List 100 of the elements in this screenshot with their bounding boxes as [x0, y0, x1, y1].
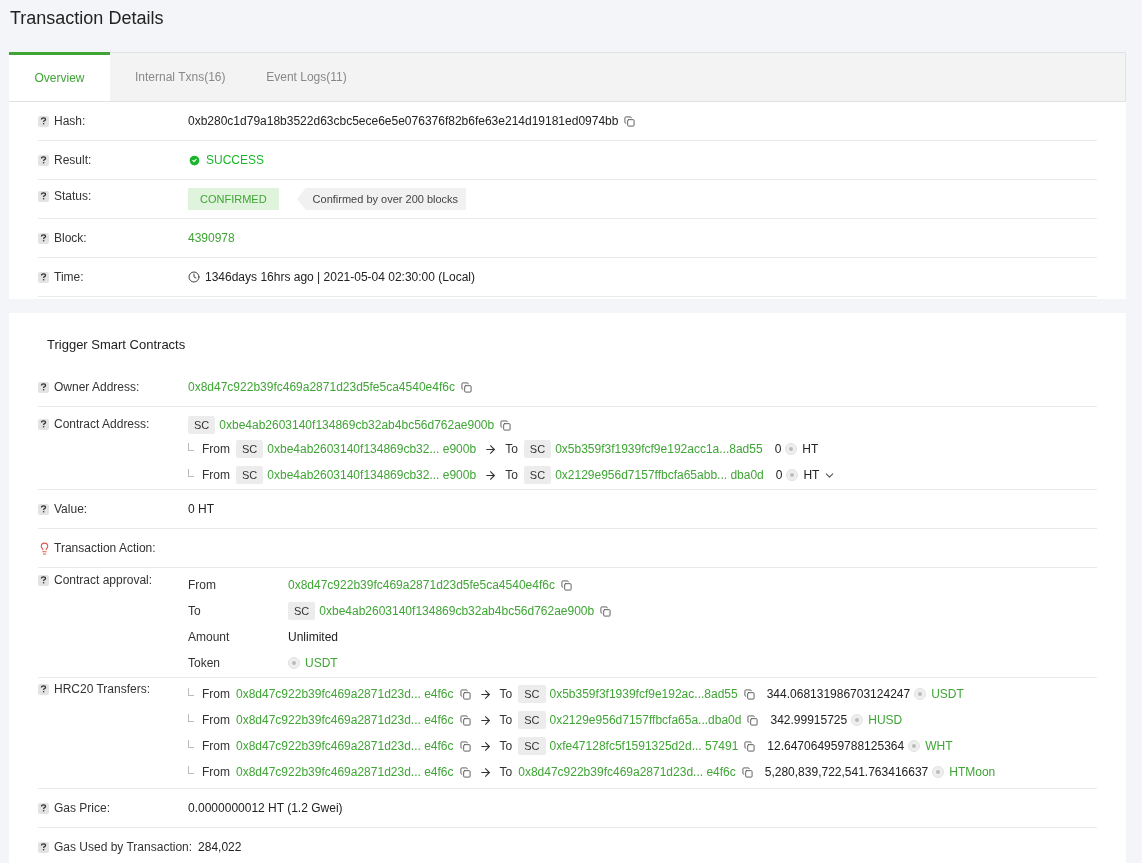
tab[interactable]: Internal Txns(16)	[110, 53, 241, 101]
field-label: Time:	[54, 269, 84, 285]
lightbulb-icon	[38, 541, 51, 555]
arrow-icon	[478, 765, 492, 779]
help-icon	[38, 418, 49, 430]
check-icon	[188, 153, 201, 167]
to-label: To	[499, 686, 513, 702]
token-link[interactable]: HTMoon	[949, 764, 996, 780]
copy-icon[interactable]	[747, 714, 759, 726]
field-value: 0.0000000012 HT (1.2 Gwei)	[188, 801, 343, 815]
branch-icon	[188, 688, 194, 696]
to-label: To	[505, 467, 518, 483]
address-link[interactable]: 0x8d47c922b39fc469a2871d23d... e4f6c	[236, 712, 454, 728]
to-label: To	[505, 441, 518, 457]
field-label: Status:	[54, 188, 92, 204]
token-link[interactable]: HUSD	[868, 712, 903, 728]
token-icon	[785, 443, 798, 455]
contract-tag: SC	[288, 602, 316, 620]
block-link[interactable]: 4390978	[188, 231, 235, 245]
result-status: SUCCESS	[206, 152, 264, 168]
from-label: From	[202, 467, 230, 483]
address-link[interactable]: 0xbe4ab2603140f134869cb32ab4bc56d762ae900b	[219, 417, 495, 433]
copy-icon[interactable]	[459, 714, 471, 726]
from-label: From	[202, 764, 230, 780]
field-label: HRC20 Transfers:	[54, 681, 151, 697]
token-icon	[851, 714, 864, 726]
copy-icon[interactable]	[743, 688, 755, 700]
time-value: 1346days 16hrs ago | 2021-05-04 02:30:00 (Local)	[205, 269, 475, 285]
amount-value: 344.068131986703124247	[766, 686, 911, 702]
amount-value: 0	[774, 441, 782, 457]
amount-value: Unlimited	[288, 629, 338, 645]
to-label: To	[499, 738, 513, 754]
copy-icon[interactable]	[744, 740, 756, 752]
arrow-icon	[478, 713, 492, 727]
copy-icon[interactable]	[459, 766, 471, 778]
address-link[interactable]: 0xbe4ab2603140f134869cb32... e900b	[267, 441, 477, 457]
address-link[interactable]: 0x5b359f3f1939fcf9e192ac...8ad55	[549, 686, 738, 702]
address-link[interactable]: 0x8d47c922b39fc469a2871d23d... e4f6c	[236, 738, 454, 754]
from-label: From	[202, 686, 230, 702]
branch-icon	[188, 766, 194, 774]
help-icon	[38, 115, 49, 127]
help-icon	[38, 381, 49, 393]
field-label: Contract approval:	[54, 572, 153, 588]
help-icon	[38, 271, 49, 283]
address-link[interactable]: 0x2129e956d7157ffbcfa65a...dba0d	[549, 712, 742, 728]
address-link[interactable]: 0x2129e956d7157ffbcfa65abb... dba0d	[555, 467, 764, 483]
contract-tag: SC	[518, 711, 546, 729]
branch-icon	[188, 469, 194, 477]
copy-icon[interactable]	[500, 419, 512, 431]
token-icon	[786, 469, 799, 481]
contract-tag: SC	[523, 466, 552, 484]
token-name: HT	[803, 467, 820, 483]
help-icon	[38, 683, 49, 695]
token-link[interactable]: WHT	[925, 738, 953, 754]
tab[interactable]: Overview	[9, 52, 110, 101]
copy-icon[interactable]	[741, 766, 753, 778]
address-link[interactable]: 0x8d47c922b39fc469a2871d23d5fe5ca4540e4f6c	[288, 577, 555, 593]
address-link[interactable]: 0xfe47128fc5f1591325d2d... 57491	[549, 738, 739, 754]
branch-icon	[188, 443, 194, 451]
copy-icon[interactable]	[459, 688, 471, 700]
address-link[interactable]: 0x5b359f3f1939fcf9e192acc1a...8ad55	[555, 441, 763, 457]
field-value: 284,022	[198, 840, 242, 854]
address-link[interactable]: 0xbe4ab2603140f134869cb32... e900b	[267, 467, 477, 483]
arrow-icon	[484, 468, 498, 482]
address-link[interactable]: 0x8d47c922b39fc469a2871d23d5fe5ca4540e4f6c	[188, 379, 455, 395]
branch-icon	[188, 714, 194, 722]
amount-value: 12.647064959788125364	[767, 738, 905, 754]
copy-icon[interactable]	[624, 115, 636, 127]
address-link[interactable]: 0xbe4ab2603140f134869cb32ab4bc56d762ae900b	[319, 603, 595, 619]
address-link[interactable]: 0x8d47c922b39fc469a2871d23d... e4f6c	[518, 764, 736, 780]
help-icon	[38, 154, 49, 166]
token-link[interactable]: USDT	[305, 655, 338, 671]
field-label: Owner Address:	[54, 379, 140, 395]
field-label: Value:	[54, 501, 88, 517]
token-icon	[932, 766, 945, 778]
contract-tag: SC	[188, 416, 216, 434]
copy-icon[interactable]	[459, 740, 471, 752]
help-icon	[38, 802, 49, 814]
help-icon	[38, 503, 49, 515]
field-label: Block:	[54, 230, 87, 246]
token-icon	[908, 740, 921, 752]
copy-icon[interactable]	[560, 579, 572, 591]
contract-tag: SC	[523, 440, 552, 458]
from-label: From	[202, 441, 230, 457]
section-title: Trigger Smart Contracts	[46, 336, 187, 354]
address-link[interactable]: 0x8d47c922b39fc469a2871d23d... e4f6c	[236, 764, 454, 780]
contract-tag: SC	[518, 685, 546, 703]
hash-value: 0xb280c1d79a18b3522d63cbc5ece6e5e076376f82b6fe63e214d19181ed0974bb	[188, 113, 619, 129]
confirmation-tooltip: Confirmed by over 200 blocks	[304, 188, 467, 210]
tab[interactable]: Event Logs(11)	[241, 53, 372, 101]
contract-tag: SC	[236, 440, 264, 458]
field-label: Gas Price:	[54, 800, 110, 816]
token-link[interactable]: USDT	[931, 686, 964, 702]
copy-icon[interactable]	[460, 381, 472, 393]
field-value: 0 HT	[188, 502, 214, 516]
copy-icon[interactable]	[600, 605, 612, 617]
field-label: Contract Address:	[54, 416, 150, 432]
address-link[interactable]: 0x8d47c922b39fc469a2871d23d... e4f6c	[236, 686, 454, 702]
field-label: To	[188, 603, 202, 619]
branch-icon	[188, 740, 194, 748]
